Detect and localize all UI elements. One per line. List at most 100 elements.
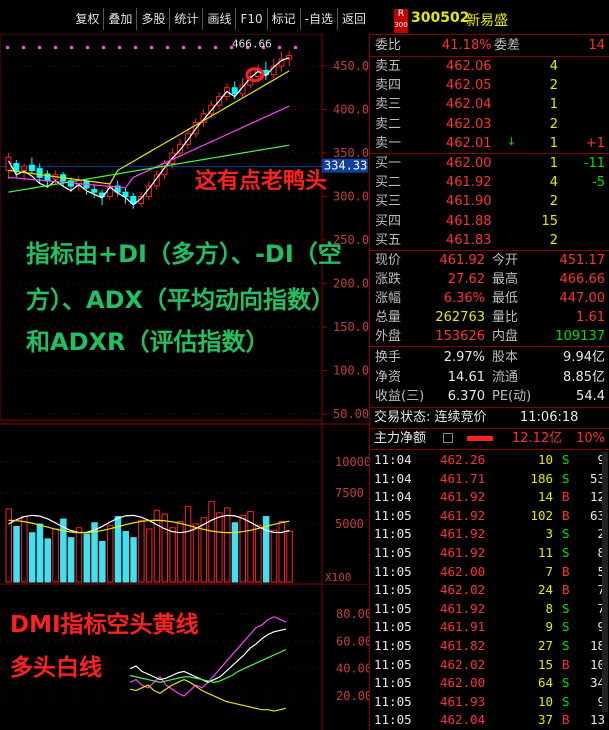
stat-value: 2.97% xyxy=(443,350,485,365)
tick-side: S xyxy=(562,619,570,635)
tick-volume: 9 xyxy=(545,619,553,635)
level-price: 461.83 xyxy=(446,232,492,248)
tick-row: 11:05462.007B5 xyxy=(370,563,609,581)
signal-dot xyxy=(86,46,89,49)
stat-label: PE(动) xyxy=(492,389,532,404)
level-label: 买二 xyxy=(375,175,402,191)
ask-row[interactable]: 卖四 462.05 2 xyxy=(370,76,609,95)
level-label: 卖三 xyxy=(375,97,402,113)
volume-bar xyxy=(239,514,246,583)
volume-bar xyxy=(13,525,20,583)
signal-dot xyxy=(150,46,153,49)
ask-row[interactable]: 卖三 462.04 1 xyxy=(370,95,609,114)
level-change: +1 xyxy=(585,135,605,151)
level-volume: 2 xyxy=(549,116,558,132)
toolbar-button[interactable]: 复权 xyxy=(71,8,103,30)
toolbar-button[interactable]: 叠加 xyxy=(103,8,136,30)
toolbar-button[interactable]: 多股 xyxy=(136,8,169,30)
signal-dot xyxy=(278,46,281,49)
tick-volume: 10 xyxy=(537,693,553,709)
tick-price: 461.92 xyxy=(440,600,486,616)
tick-row: 11:05 462.02 15 B 10 xyxy=(370,656,609,674)
toolbar-button[interactable]: F10 xyxy=(235,8,266,30)
ask-row[interactable]: 卖二 462.03 2 xyxy=(370,115,609,134)
annotation-dmi-line2: 多头白线 xyxy=(10,655,102,681)
level-price: 462.05 xyxy=(446,78,492,94)
tick-count: 13 xyxy=(589,712,605,728)
volume-bar xyxy=(145,528,153,583)
price-axis-label: 100.00 xyxy=(333,364,369,378)
high-price-label: 466.66 xyxy=(232,38,272,51)
volume-bar xyxy=(138,519,145,583)
tick-time: 11:04 xyxy=(374,489,412,505)
toolbar-buttons: 复权 叠加 多股 统计 画线 F10 标记 -自选 返回 xyxy=(71,8,370,30)
main-net-value: 12.12亿 xyxy=(512,431,563,446)
volume-bar xyxy=(75,527,83,583)
tick-scrollbar[interactable] xyxy=(602,452,608,712)
tick-time: 11:05 xyxy=(374,582,412,598)
bid-row[interactable]: 买一 462.00 1 -11 xyxy=(370,154,609,173)
toolbar-button[interactable]: 标记 xyxy=(266,8,300,30)
volume-bar xyxy=(36,523,44,583)
level-label: 买一 xyxy=(375,156,402,171)
toolbar-button[interactable]: 统计 xyxy=(169,8,202,30)
stat-label: 换手 xyxy=(375,350,402,365)
trade-status-row: 交易状态: 连续竞价 11:06:18 xyxy=(370,408,609,427)
ask-row[interactable]: 卖一 462.01 1 +1 xyxy=(370,134,609,153)
candle-body xyxy=(36,168,43,178)
stat-label: 总量 xyxy=(375,310,402,325)
signal-dot xyxy=(6,46,9,49)
tick-volume: 24 xyxy=(537,582,553,598)
tick-time: 11:05 xyxy=(374,545,412,560)
tick-time: 11:05 xyxy=(374,712,412,728)
candle-body xyxy=(13,162,20,171)
level-price: 462.00 xyxy=(446,156,492,171)
tick-row: 11:05461.919S9 xyxy=(370,618,609,636)
tick-row: 11:05 461.82 27 S 18 xyxy=(370,637,609,655)
tick-time: 11:05 xyxy=(374,507,412,523)
level-label: 卖五 xyxy=(375,59,402,74)
stat-value: 8.85亿 xyxy=(563,369,605,385)
list-icon[interactable] xyxy=(443,433,453,443)
tick-price: 461.71 xyxy=(440,470,486,486)
tick-price: 462.02 xyxy=(440,656,486,672)
tick-side: S xyxy=(562,470,570,486)
tick-time: 11:05 xyxy=(374,563,412,579)
tick-price: 461.93 xyxy=(440,693,486,709)
main-net-pct: 10% xyxy=(576,431,605,446)
quote-panel: R 300 300502 新易盛 委比 41.18% 委差 14 卖五 462.0… xyxy=(370,0,609,730)
price-axis-label: 400.00 xyxy=(333,103,369,117)
bid-row[interactable]: 买四 461.88 15 xyxy=(370,212,609,231)
tick-price: 462.02 xyxy=(440,582,486,598)
chart-toolbar: 复权 叠加 多股 统计 画线 F10 标记 -自选 返回 xyxy=(0,0,370,34)
ask-row[interactable]: 卖五 462.06 4 xyxy=(370,57,609,76)
stat-row: 总量 262763 量比 1.61 xyxy=(370,308,609,327)
stat-value: 27.62 xyxy=(447,272,485,287)
stat-label: 量比 xyxy=(492,310,519,325)
level-label: 买三 xyxy=(375,194,402,210)
bid-row[interactable]: 买二 461.92 4 -5 xyxy=(370,173,609,192)
tick-row: 11:05462.0224B7 xyxy=(370,581,609,599)
bid-row[interactable]: 买五 461.83 2 xyxy=(370,231,609,250)
toolbar-button[interactable]: 画线 xyxy=(202,8,235,30)
signal-dot xyxy=(134,46,137,49)
main-net-row[interactable]: 主力净额 12.12亿 10% xyxy=(370,429,609,448)
volume-bar xyxy=(200,517,207,583)
tick-price: 462.00 xyxy=(440,563,486,579)
tick-price: 461.92 xyxy=(440,526,486,542)
bid-row[interactable]: 买三 461.90 2 xyxy=(370,192,609,211)
volume-bar xyxy=(153,509,161,583)
tick-time: 11:05 xyxy=(374,600,412,616)
toolbar-button[interactable]: -自选 xyxy=(299,8,337,30)
volume-axis-label: 7500 xyxy=(335,486,364,500)
signal-dot xyxy=(22,46,25,49)
annotation-duck-head: 这有点老鸭头 xyxy=(195,169,328,194)
tick-side: B xyxy=(562,507,570,523)
kline-chart-area[interactable]: 450.00400.00350.00300.00250.00200.00150.… xyxy=(0,34,370,730)
candle-body xyxy=(21,165,28,171)
dmi-axis-label: 80.00 xyxy=(336,607,369,621)
toolbar-button[interactable]: 返回 xyxy=(336,8,370,30)
stat-value: 262763 xyxy=(435,310,485,325)
volume-bar xyxy=(83,533,90,583)
signal-dot xyxy=(70,46,73,49)
